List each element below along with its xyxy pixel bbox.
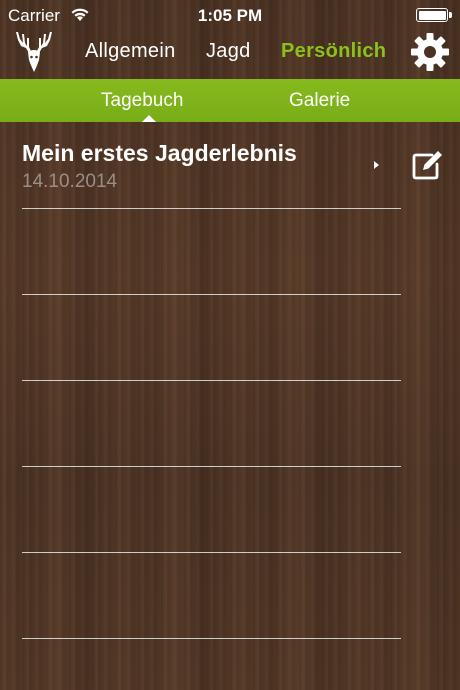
list-divider — [22, 380, 401, 381]
tab-galerie[interactable]: Galerie — [289, 90, 350, 112]
edit-icon[interactable] — [410, 148, 446, 182]
list-divider — [22, 294, 401, 295]
sub-navigation: Tagebuch Galerie — [0, 79, 460, 122]
nav-item-persoenlich[interactable]: Persönlich — [281, 40, 386, 63]
chevron-right-icon — [374, 161, 379, 169]
gear-icon[interactable] — [410, 32, 450, 72]
entry-date: 14.10.2014 — [22, 171, 118, 192]
status-time: 1:05 PM — [197, 6, 263, 25]
active-tab-indicator — [142, 115, 156, 122]
top-navigation: Allgemein Jagd Persönlich — [0, 26, 460, 79]
list-divider — [22, 208, 401, 209]
tab-tagebuch[interactable]: Tagebuch — [101, 90, 183, 112]
entry-title: Mein erstes Jagderlebnis — [22, 140, 297, 166]
nav-item-jagd[interactable]: Jagd — [206, 40, 251, 63]
deer-antlers-logo-icon[interactable] — [12, 26, 56, 76]
list-item[interactable]: Mein erstes Jagderlebnis 14.10.2014 — [0, 122, 460, 208]
list-divider — [22, 638, 401, 639]
list-divider — [22, 466, 401, 467]
list-divider — [22, 552, 401, 553]
nav-item-allgemein[interactable]: Allgemein — [85, 40, 176, 63]
battery-icon — [416, 8, 452, 22]
